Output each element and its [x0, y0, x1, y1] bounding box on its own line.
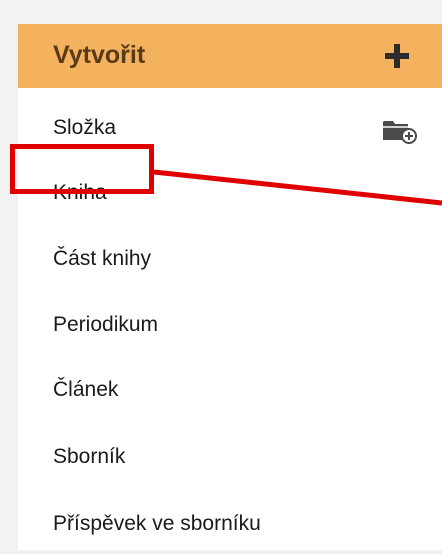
annotation-arrow-line [153, 169, 442, 206]
